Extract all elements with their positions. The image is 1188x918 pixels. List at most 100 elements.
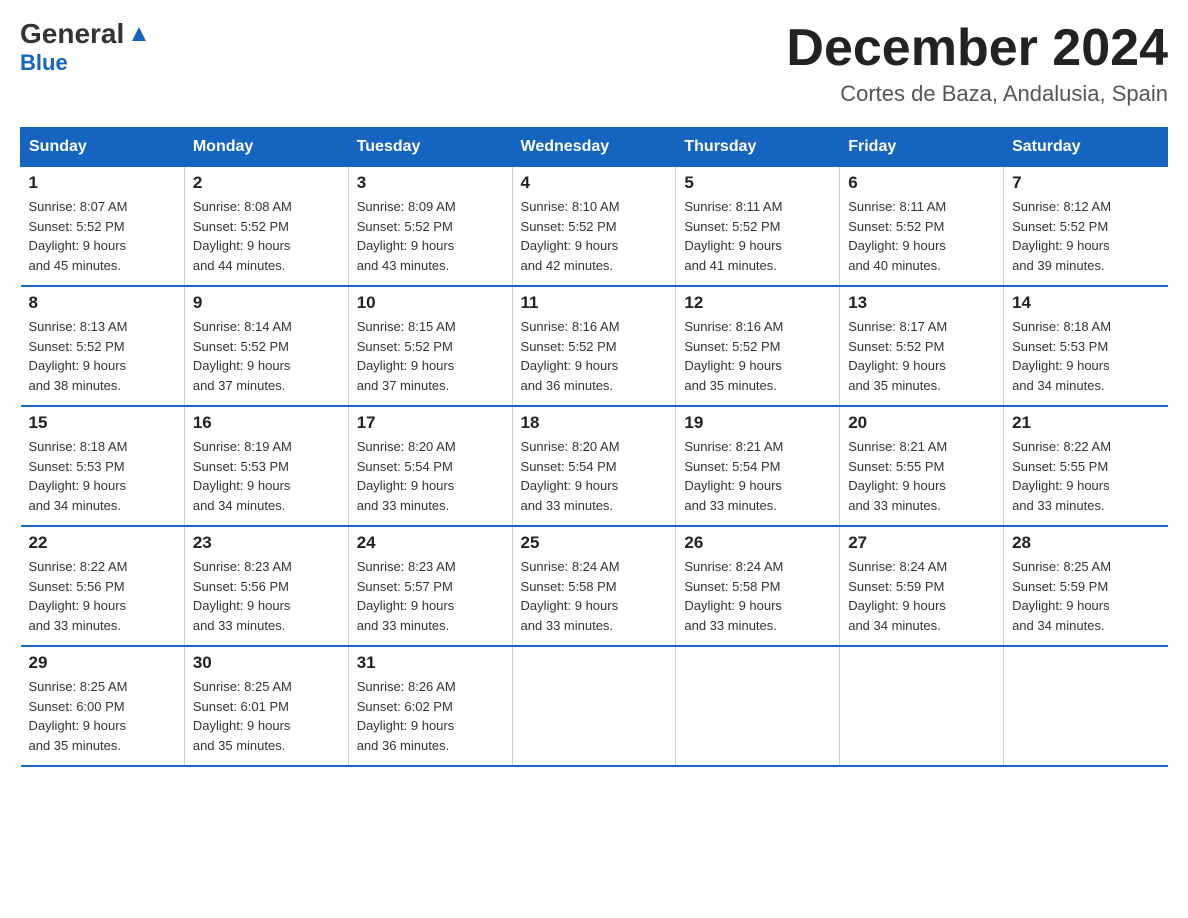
calendar-cell: 28 Sunrise: 8:25 AM Sunset: 5:59 PM Dayli… xyxy=(1004,526,1168,646)
day-info: Sunrise: 8:24 AM Sunset: 5:58 PM Dayligh… xyxy=(521,557,668,635)
day-number: 9 xyxy=(193,293,340,313)
calendar-cell: 15 Sunrise: 8:18 AM Sunset: 5:53 PM Dayli… xyxy=(21,406,185,526)
col-sunday: Sunday xyxy=(21,128,185,167)
calendar-cell: 31Sunrise: 8:26 AM Sunset: 6:02 PM Dayli… xyxy=(348,646,512,766)
logo-line1: General xyxy=(20,20,150,48)
calendar-cell: 16 Sunrise: 8:19 AM Sunset: 5:53 PM Dayli… xyxy=(184,406,348,526)
day-info: Sunrise: 8:19 AM Sunset: 5:53 PM Dayligh… xyxy=(193,437,340,515)
day-number: 12 xyxy=(684,293,831,313)
day-info: Sunrise: 8:23 AM Sunset: 5:56 PM Dayligh… xyxy=(193,557,340,635)
calendar-cell: 6 Sunrise: 8:11 AM Sunset: 5:52 PM Daylig… xyxy=(840,167,1004,287)
day-number: 30 xyxy=(193,653,340,673)
day-number: 25 xyxy=(521,533,668,553)
day-number: 10 xyxy=(357,293,504,313)
month-title: December 2024 xyxy=(786,20,1168,77)
day-number: 17 xyxy=(357,413,504,433)
calendar-cell: 18Sunrise: 8:20 AM Sunset: 5:54 PM Dayli… xyxy=(512,406,676,526)
calendar-week-1: 1 Sunrise: 8:07 AM Sunset: 5:52 PM Daylig… xyxy=(21,167,1168,287)
calendar-week-5: 29 Sunrise: 8:25 AM Sunset: 6:00 PM Dayli… xyxy=(21,646,1168,766)
calendar-cell: 24 Sunrise: 8:23 AM Sunset: 5:57 PM Dayli… xyxy=(348,526,512,646)
col-tuesday: Tuesday xyxy=(348,128,512,167)
day-number: 8 xyxy=(29,293,176,313)
day-number: 27 xyxy=(848,533,995,553)
day-info: Sunrise: 8:10 AM Sunset: 5:52 PM Dayligh… xyxy=(521,197,668,275)
calendar-cell: 1 Sunrise: 8:07 AM Sunset: 5:52 PM Daylig… xyxy=(21,167,185,287)
day-info: Sunrise: 8:11 AM Sunset: 5:52 PM Dayligh… xyxy=(684,197,831,275)
calendar-cell: 12 Sunrise: 8:16 AM Sunset: 5:52 PM Dayli… xyxy=(676,286,840,406)
day-number: 4 xyxy=(521,173,668,193)
day-number: 14 xyxy=(1012,293,1159,313)
col-friday: Friday xyxy=(840,128,1004,167)
day-number: 16 xyxy=(193,413,340,433)
calendar-cell: 13 Sunrise: 8:17 AM Sunset: 5:52 PM Dayli… xyxy=(840,286,1004,406)
calendar-cell: 3 Sunrise: 8:09 AM Sunset: 5:52 PM Daylig… xyxy=(348,167,512,287)
day-number: 13 xyxy=(848,293,995,313)
day-info: Sunrise: 8:24 AM Sunset: 5:59 PM Dayligh… xyxy=(848,557,995,635)
day-number: 28 xyxy=(1012,533,1159,553)
col-saturday: Saturday xyxy=(1004,128,1168,167)
day-info: Sunrise: 8:14 AM Sunset: 5:52 PM Dayligh… xyxy=(193,317,340,395)
col-monday: Monday xyxy=(184,128,348,167)
calendar-cell: 22Sunrise: 8:22 AM Sunset: 5:56 PM Dayli… xyxy=(21,526,185,646)
calendar-cell: 8 Sunrise: 8:13 AM Sunset: 5:52 PM Daylig… xyxy=(21,286,185,406)
calendar-cell xyxy=(676,646,840,766)
day-info: Sunrise: 8:11 AM Sunset: 5:52 PM Dayligh… xyxy=(848,197,995,275)
calendar-cell xyxy=(840,646,1004,766)
calendar-cell: 25 Sunrise: 8:24 AM Sunset: 5:58 PM Dayli… xyxy=(512,526,676,646)
calendar-cell: 30 Sunrise: 8:25 AM Sunset: 6:01 PM Dayli… xyxy=(184,646,348,766)
day-info: Sunrise: 8:07 AM Sunset: 5:52 PM Dayligh… xyxy=(29,197,176,275)
day-info: Sunrise: 8:25 AM Sunset: 5:59 PM Dayligh… xyxy=(1012,557,1159,635)
logo: General Blue xyxy=(20,20,150,76)
day-number: 5 xyxy=(684,173,831,193)
day-number: 18 xyxy=(521,413,668,433)
day-number: 11 xyxy=(521,293,668,313)
day-info: Sunrise: 8:12 AM Sunset: 5:52 PM Dayligh… xyxy=(1012,197,1159,275)
day-info: Sunrise: 8:16 AM Sunset: 5:52 PM Dayligh… xyxy=(684,317,831,395)
calendar-week-4: 22Sunrise: 8:22 AM Sunset: 5:56 PM Dayli… xyxy=(21,526,1168,646)
calendar-cell: 17 Sunrise: 8:20 AM Sunset: 5:54 PM Dayli… xyxy=(348,406,512,526)
calendar-cell: 23 Sunrise: 8:23 AM Sunset: 5:56 PM Dayli… xyxy=(184,526,348,646)
day-info: Sunrise: 8:08 AM Sunset: 5:52 PM Dayligh… xyxy=(193,197,340,275)
day-info: Sunrise: 8:13 AM Sunset: 5:52 PM Dayligh… xyxy=(29,317,176,395)
title-block: December 2024 Cortes de Baza, Andalusia,… xyxy=(786,20,1168,107)
logo-line2: Blue xyxy=(20,50,68,76)
calendar-week-3: 15 Sunrise: 8:18 AM Sunset: 5:53 PM Dayli… xyxy=(21,406,1168,526)
calendar-cell: 10 Sunrise: 8:15 AM Sunset: 5:52 PM Dayli… xyxy=(348,286,512,406)
day-info: Sunrise: 8:21 AM Sunset: 5:55 PM Dayligh… xyxy=(848,437,995,515)
day-info: Sunrise: 8:21 AM Sunset: 5:54 PM Dayligh… xyxy=(684,437,831,515)
calendar-cell: 20Sunrise: 8:21 AM Sunset: 5:55 PM Dayli… xyxy=(840,406,1004,526)
day-info: Sunrise: 8:20 AM Sunset: 5:54 PM Dayligh… xyxy=(357,437,504,515)
day-number: 6 xyxy=(848,173,995,193)
day-info: Sunrise: 8:17 AM Sunset: 5:52 PM Dayligh… xyxy=(848,317,995,395)
col-thursday: Thursday xyxy=(676,128,840,167)
day-info: Sunrise: 8:22 AM Sunset: 5:56 PM Dayligh… xyxy=(29,557,176,635)
calendar-cell: 14 Sunrise: 8:18 AM Sunset: 5:53 PM Dayli… xyxy=(1004,286,1168,406)
day-number: 21 xyxy=(1012,413,1159,433)
calendar-cell xyxy=(1004,646,1168,766)
calendar-week-2: 8 Sunrise: 8:13 AM Sunset: 5:52 PM Daylig… xyxy=(21,286,1168,406)
calendar-cell: 9 Sunrise: 8:14 AM Sunset: 5:52 PM Daylig… xyxy=(184,286,348,406)
calendar-cell: 4 Sunrise: 8:10 AM Sunset: 5:52 PM Daylig… xyxy=(512,167,676,287)
day-number: 3 xyxy=(357,173,504,193)
calendar-cell: 27 Sunrise: 8:24 AM Sunset: 5:59 PM Dayli… xyxy=(840,526,1004,646)
calendar-cell: 11Sunrise: 8:16 AM Sunset: 5:52 PM Dayli… xyxy=(512,286,676,406)
page-header: General Blue December 2024 Cortes de Baz… xyxy=(20,20,1168,107)
day-info: Sunrise: 8:24 AM Sunset: 5:58 PM Dayligh… xyxy=(684,557,831,635)
day-info: Sunrise: 8:25 AM Sunset: 6:01 PM Dayligh… xyxy=(193,677,340,755)
day-number: 2 xyxy=(193,173,340,193)
day-info: Sunrise: 8:09 AM Sunset: 5:52 PM Dayligh… xyxy=(357,197,504,275)
day-number: 24 xyxy=(357,533,504,553)
day-info: Sunrise: 8:22 AM Sunset: 5:55 PM Dayligh… xyxy=(1012,437,1159,515)
day-number: 1 xyxy=(29,173,176,193)
day-number: 15 xyxy=(29,413,176,433)
day-info: Sunrise: 8:23 AM Sunset: 5:57 PM Dayligh… xyxy=(357,557,504,635)
calendar-cell: 7Sunrise: 8:12 AM Sunset: 5:52 PM Daylig… xyxy=(1004,167,1168,287)
day-number: 31 xyxy=(357,653,504,673)
day-number: 29 xyxy=(29,653,176,673)
day-number: 23 xyxy=(193,533,340,553)
day-number: 26 xyxy=(684,533,831,553)
day-info: Sunrise: 8:18 AM Sunset: 5:53 PM Dayligh… xyxy=(29,437,176,515)
day-info: Sunrise: 8:15 AM Sunset: 5:52 PM Dayligh… xyxy=(357,317,504,395)
day-info: Sunrise: 8:18 AM Sunset: 5:53 PM Dayligh… xyxy=(1012,317,1159,395)
day-info: Sunrise: 8:25 AM Sunset: 6:00 PM Dayligh… xyxy=(29,677,176,755)
